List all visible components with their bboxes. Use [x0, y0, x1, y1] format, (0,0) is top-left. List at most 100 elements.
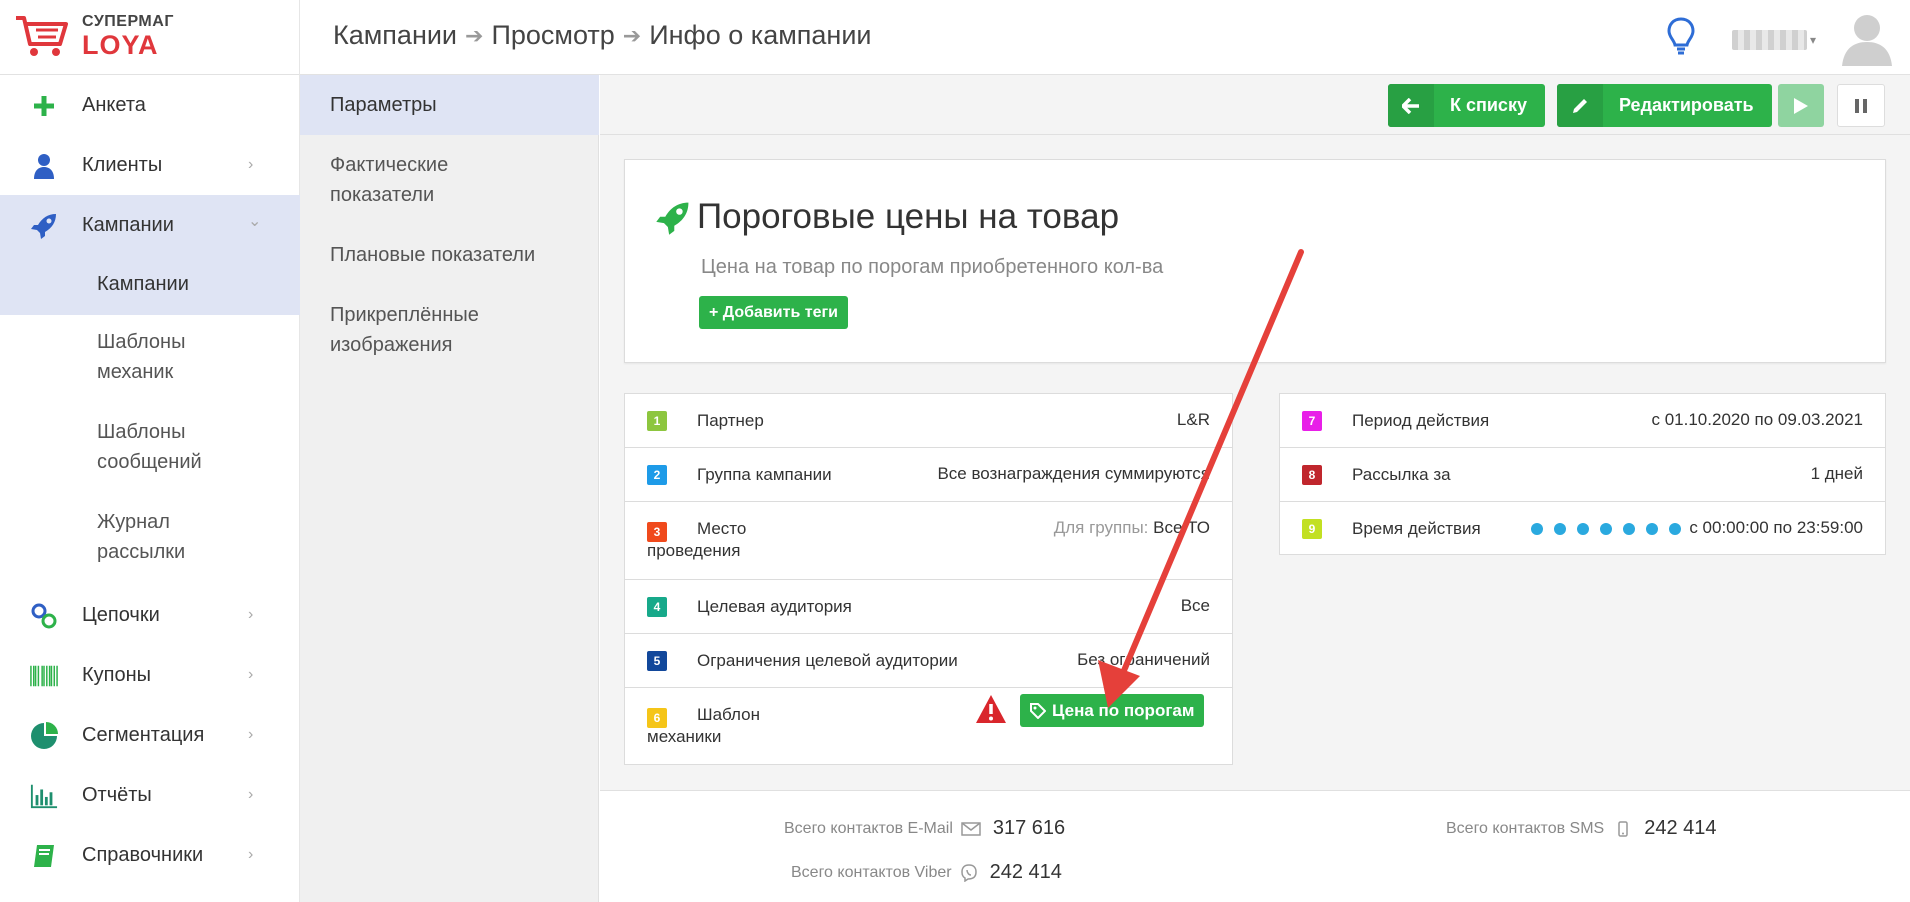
user-avatar-icon[interactable] [1840, 10, 1894, 66]
param-number-badge: 1 [647, 411, 667, 431]
sidebar-item-coupons[interactable]: Купоны › [0, 645, 300, 705]
contacts-email: Всего контактов E-Mail 317 616 [784, 817, 1066, 839]
campaign-title: Пороговые цены на товар [697, 197, 1120, 236]
rocket-icon [30, 213, 58, 239]
params-table-right: 7 Период действия с 01.10.2020 по 09.03.… [1279, 393, 1886, 555]
contacts-summary: Всего контактов E-Mail 317 616 Всего кон… [600, 790, 1910, 902]
sidebar-item-label: Анкета [82, 93, 146, 116]
sidebar-item-label: Отчёты [82, 783, 152, 806]
breadcrumb-separator: ➔ [622, 22, 642, 48]
brand-name-bottom: LOYA [82, 30, 159, 60]
toolbar: К списку Редактировать [600, 75, 1910, 135]
weekday-dot [1600, 523, 1612, 535]
sidebar-item-survey[interactable]: Анкета [0, 75, 300, 135]
chevron-right-icon: › [248, 606, 254, 623]
param-number-badge: 5 [647, 651, 667, 671]
breadcrumb-campaigns[interactable]: Кампании [333, 20, 457, 51]
tag-icon [1030, 702, 1046, 719]
sidebar-item-label: Купоны [82, 663, 152, 686]
sidebar-item-label: Клиенты [82, 153, 163, 176]
sidebar-item-label: Сегментация [82, 723, 205, 746]
breadcrumb-view[interactable]: Просмотр [491, 20, 614, 51]
back-to-list-button[interactable]: К списку [1388, 84, 1545, 127]
pause-icon [1855, 98, 1867, 113]
sidebar-item-directories[interactable]: Справочники › [0, 825, 300, 885]
sidebar-item-label: Справочники [82, 843, 204, 866]
chevron-right-icon: › [248, 156, 254, 173]
brand-name-top: СУПЕРМАГ [82, 13, 174, 30]
chevron-right-icon: › [248, 846, 254, 863]
subnav-parameters[interactable]: Параметры [300, 75, 599, 135]
param-number-badge: 4 [647, 597, 667, 617]
param-row-audience-restrictions: 5 Ограничения целевой аудитории Без огра… [625, 634, 1232, 688]
plus-icon [30, 93, 58, 119]
params-table-left: 1 Партнер L&R 2 Группа кампании Все возн… [624, 393, 1233, 765]
subnav-actual-indicators[interactable]: Фактические показатели [300, 150, 599, 210]
param-row-partner: 1 Партнер L&R [625, 394, 1232, 448]
weekday-dot [1669, 523, 1681, 535]
param-row-location: 3 Место проведения Для группы: Все ТО [625, 502, 1232, 580]
pause-campaign-button[interactable] [1837, 84, 1885, 127]
sidebar-item-clients[interactable]: Клиенты › [0, 135, 300, 195]
sidebar-sub-message-templates[interactable]: Шаблоны сообщений [0, 417, 300, 497]
param-number-badge: 2 [647, 465, 667, 485]
barcode-icon [30, 663, 58, 689]
param-row-campaign-group: 2 Группа кампании Все вознаграждения сум… [625, 448, 1232, 502]
sidebar-item-chains[interactable]: Цепочки › [0, 585, 300, 645]
user-name-blurred[interactable] [1732, 30, 1807, 50]
weekday-dot [1577, 523, 1589, 535]
weekday-dot [1646, 523, 1658, 535]
param-number-badge: 9 [1302, 519, 1322, 539]
sidebar-item-segmentation[interactable]: Сегментация › [0, 705, 300, 765]
main-content: К списку Редактировать Пороговые цены на… [600, 75, 1910, 902]
chevron-right-icon: › [248, 666, 254, 683]
sidebar-sub-mechanic-templates[interactable]: Шаблоны механик [0, 327, 300, 407]
viber-icon [960, 863, 978, 882]
param-row-target-audience: 4 Целевая аудитория Все [625, 580, 1232, 634]
pie-icon [30, 722, 58, 749]
arrow-left-icon [1388, 84, 1434, 127]
lightbulb-icon[interactable] [1666, 16, 1696, 58]
bar-chart-icon [30, 783, 58, 809]
sidebar-item-campaigns[interactable]: Кампании ⌄ [0, 195, 300, 255]
param-row-period: 7 Период действия с 01.10.2020 по 09.03.… [1280, 394, 1885, 448]
add-tags-button[interactable]: + Добавить теги [699, 296, 848, 329]
sidebar-sub-mailing-log[interactable]: Журнал рассылки [0, 507, 300, 587]
campaign-subtitle: Цена на товар по порогам приобретенного … [701, 256, 1164, 278]
sidebar-item-reports[interactable]: Отчёты › [0, 765, 300, 825]
param-row-mechanic-template: 6 Шаблон механики Цена по порогам [625, 688, 1232, 764]
play-icon [1794, 97, 1808, 114]
chain-icon [30, 603, 58, 629]
chevron-right-icon: › [248, 726, 254, 743]
cart-icon [16, 16, 68, 56]
subnav-attached-images[interactable]: Прикреплённые изображения [300, 300, 599, 360]
warning-icon [976, 695, 1006, 723]
mechanic-template-button[interactable]: Цена по порогам [1020, 694, 1205, 727]
contacts-viber: Всего контактов Viber 242 414 [791, 861, 1062, 883]
phone-icon [1618, 820, 1628, 837]
contacts-sms: Всего контактов SMS 242 414 [1446, 817, 1717, 839]
book-icon [30, 843, 58, 869]
param-row-mailing: 8 Рассылка за 1 дней [1280, 448, 1885, 502]
chevron-right-icon: › [248, 786, 254, 803]
brand-logo[interactable]: СУПЕРМАГ LOYA [0, 0, 300, 75]
top-header: СУПЕРМАГ LOYA Кампании ➔ Просмотр ➔ Инфо… [0, 0, 1910, 75]
chevron-down-icon: ⌄ [248, 213, 262, 230]
subnav-planned-indicators[interactable]: Плановые показатели [300, 240, 599, 280]
param-row-active-time: 9 Время действия с 00:00:00 по 23:59:00 [1280, 502, 1885, 554]
rocket-icon [656, 202, 689, 235]
user-menu-caret-icon[interactable]: ▾ [1810, 33, 1816, 47]
edit-button[interactable]: Редактировать [1557, 84, 1772, 127]
param-number-badge: 8 [1302, 465, 1322, 485]
breadcrumb-current: Инфо о кампании [649, 20, 872, 50]
param-number-badge: 7 [1302, 411, 1322, 431]
sidebar-item-label: Кампании [82, 213, 174, 236]
user-icon [30, 153, 58, 179]
campaign-subnav: Параметры Фактические показатели Плановы… [300, 75, 599, 902]
sidebar-item-label: Цепочки [82, 603, 160, 626]
breadcrumb: Кампании ➔ Просмотр ➔ Инфо о кампании [333, 20, 871, 51]
start-campaign-button[interactable] [1778, 84, 1824, 127]
pencil-icon [1557, 84, 1603, 127]
sidebar-sub-campaigns[interactable]: Кампании [0, 255, 300, 315]
sidebar: Анкета Клиенты › Кампании ⌄ Кампании Шаб… [0, 75, 300, 902]
